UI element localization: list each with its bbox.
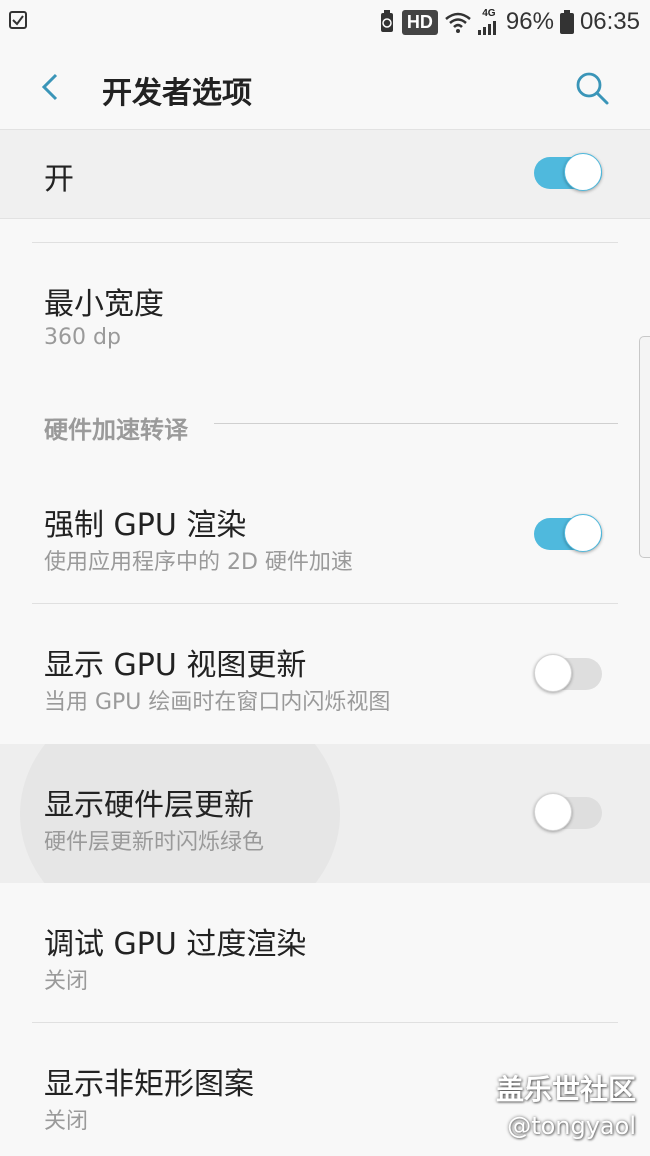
item-title: 调试 GPU 过度渲染 xyxy=(44,927,307,962)
wifi-icon xyxy=(445,12,471,33)
toggle-thumb xyxy=(564,514,602,552)
watermark-brand: 盖乐世社区 xyxy=(495,1073,636,1106)
section-divider xyxy=(214,423,618,424)
cell-signal: 4G xyxy=(477,8,500,35)
master-switch-toggle[interactable] xyxy=(534,153,602,193)
item-subtitle: 使用应用程序中的 2D 硬件加速 xyxy=(44,550,353,575)
list-item-min-width[interactable]: 最小宽度 360 dp xyxy=(0,243,650,383)
item-title: 显示非矩形图案 xyxy=(44,1067,254,1102)
app-bar: 开发者选项 xyxy=(0,44,650,129)
item-subtitle: 关闭 xyxy=(44,969,89,994)
toggle-thumb xyxy=(534,793,572,831)
battery-percent: 96% xyxy=(505,8,554,35)
clock: 06:35 xyxy=(579,8,640,35)
toggle-thumb xyxy=(534,654,572,692)
item-title: 强制 GPU 渲染 xyxy=(44,508,247,543)
watermark-user: @tongyaol xyxy=(507,1112,636,1140)
hd-badge: HD xyxy=(401,9,438,35)
scroll-indicator[interactable] xyxy=(639,336,650,558)
item-title: 最小宽度 xyxy=(44,287,164,322)
hardware-layer-updates-toggle[interactable] xyxy=(534,793,602,833)
toggle-thumb xyxy=(564,153,602,191)
status-bar: HD 4G 96% 06:35 xyxy=(0,0,650,44)
search-icon[interactable] xyxy=(574,70,610,106)
battery-saver-icon xyxy=(380,10,393,32)
signal-icon xyxy=(477,21,496,35)
page-title: 开发者选项 xyxy=(102,76,252,111)
list-item-force-gpu[interactable]: 强制 GPU 渲染 使用应用程序中的 2D 硬件加速 xyxy=(0,464,650,604)
list-item-gpu-view-updates[interactable]: 显示 GPU 视图更新 当用 GPU 绘画时在窗口内闪烁视图 xyxy=(0,604,650,744)
item-subtitle: 关闭 xyxy=(44,1109,89,1134)
watermark: 盖乐世社区 @tongyaol xyxy=(496,1068,636,1140)
list-item-hardware-layer-updates[interactable]: 显示硬件层更新 硬件层更新时闪烁绿色 xyxy=(0,744,650,883)
master-switch-label: 开 xyxy=(44,162,74,197)
status-right: HD 4G 96% 06:35 xyxy=(378,6,640,38)
master-switch-row[interactable]: 开 xyxy=(0,129,650,219)
force-gpu-toggle[interactable] xyxy=(534,514,602,554)
section-header: 硬件加速转译 xyxy=(44,416,188,444)
item-subtitle: 360 dp xyxy=(44,325,121,350)
task-checkbox-icon xyxy=(9,11,27,29)
item-subtitle: 硬件层更新时闪烁绿色 xyxy=(44,830,265,855)
item-title: 显示 GPU 视图更新 xyxy=(44,648,307,683)
back-arrow-icon[interactable] xyxy=(36,72,66,102)
item-title: 显示硬件层更新 xyxy=(44,788,254,823)
list-item-debug-gpu-overdraw[interactable]: 调试 GPU 过度渲染 关闭 xyxy=(0,883,650,1023)
network-label: 4G xyxy=(482,8,496,19)
gpu-view-updates-toggle[interactable] xyxy=(534,654,602,694)
battery-icon xyxy=(559,10,574,34)
item-subtitle: 当用 GPU 绘画时在窗口内闪烁视图 xyxy=(44,690,391,715)
